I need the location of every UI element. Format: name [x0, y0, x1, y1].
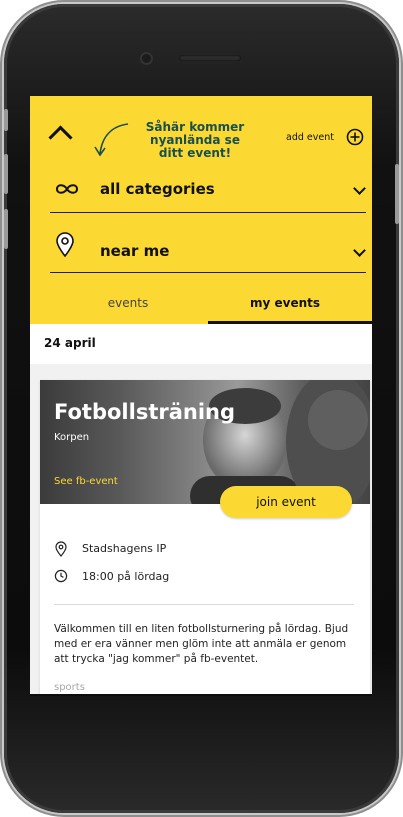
- annotation-arrow-icon: [94, 123, 129, 157]
- power-button: [395, 164, 399, 224]
- location-pin-icon: [55, 541, 67, 557]
- annotation-text: Såhär kommer nyanlända se ditt event!: [145, 120, 245, 160]
- front-camera: [142, 54, 151, 63]
- infinity-icon: [55, 184, 79, 194]
- date-label: 24 april: [44, 336, 96, 350]
- event-description: Välkommen till en liten fotbollsturnerin…: [54, 623, 349, 665]
- chevron-down-icon: [353, 182, 366, 195]
- event-card[interactable]: Fotbollsträning Korpen See fb-event join…: [40, 380, 370, 694]
- divider: [54, 604, 354, 605]
- app-screen: Såhär kommer nyanlända se ditt event! ad…: [30, 96, 372, 694]
- join-event-button[interactable]: join event: [220, 486, 352, 518]
- event-time-text: 18:00 på lördag: [82, 570, 170, 583]
- event-title: Fotbollsträning: [54, 400, 236, 424]
- clock-icon: [54, 569, 68, 583]
- location-pin-icon: [56, 232, 74, 258]
- mute-switch: [4, 109, 8, 131]
- plus-circle-icon[interactable]: [346, 128, 364, 146]
- volume-down-button: [4, 209, 8, 249]
- event-organizer: Korpen: [54, 432, 90, 443]
- location-filter-label: near me: [100, 242, 170, 260]
- location-filter[interactable]: near me: [50, 224, 366, 273]
- date-header: 24 april: [30, 324, 372, 364]
- category-filter-label: all categories: [100, 180, 215, 198]
- chevron-up-icon[interactable]: [48, 125, 73, 150]
- home-area: [154, 724, 234, 804]
- fb-event-link[interactable]: See fb-event: [54, 476, 118, 487]
- add-event-label[interactable]: add event: [286, 132, 334, 143]
- category-filter[interactable]: all categories: [50, 168, 366, 213]
- event-category-tag: sports: [54, 682, 85, 693]
- tab-events[interactable]: events: [48, 296, 208, 310]
- header: Såhär kommer nyanlända se ditt event! ad…: [30, 96, 372, 324]
- earpiece-speaker: [179, 55, 241, 61]
- event-location-text: Stadshagens IP: [82, 542, 167, 555]
- chevron-down-icon: [353, 244, 366, 257]
- volume-up-button: [4, 154, 8, 194]
- screen-bottom-edge: [30, 694, 372, 696]
- tab-my-events[interactable]: my events: [205, 296, 365, 310]
